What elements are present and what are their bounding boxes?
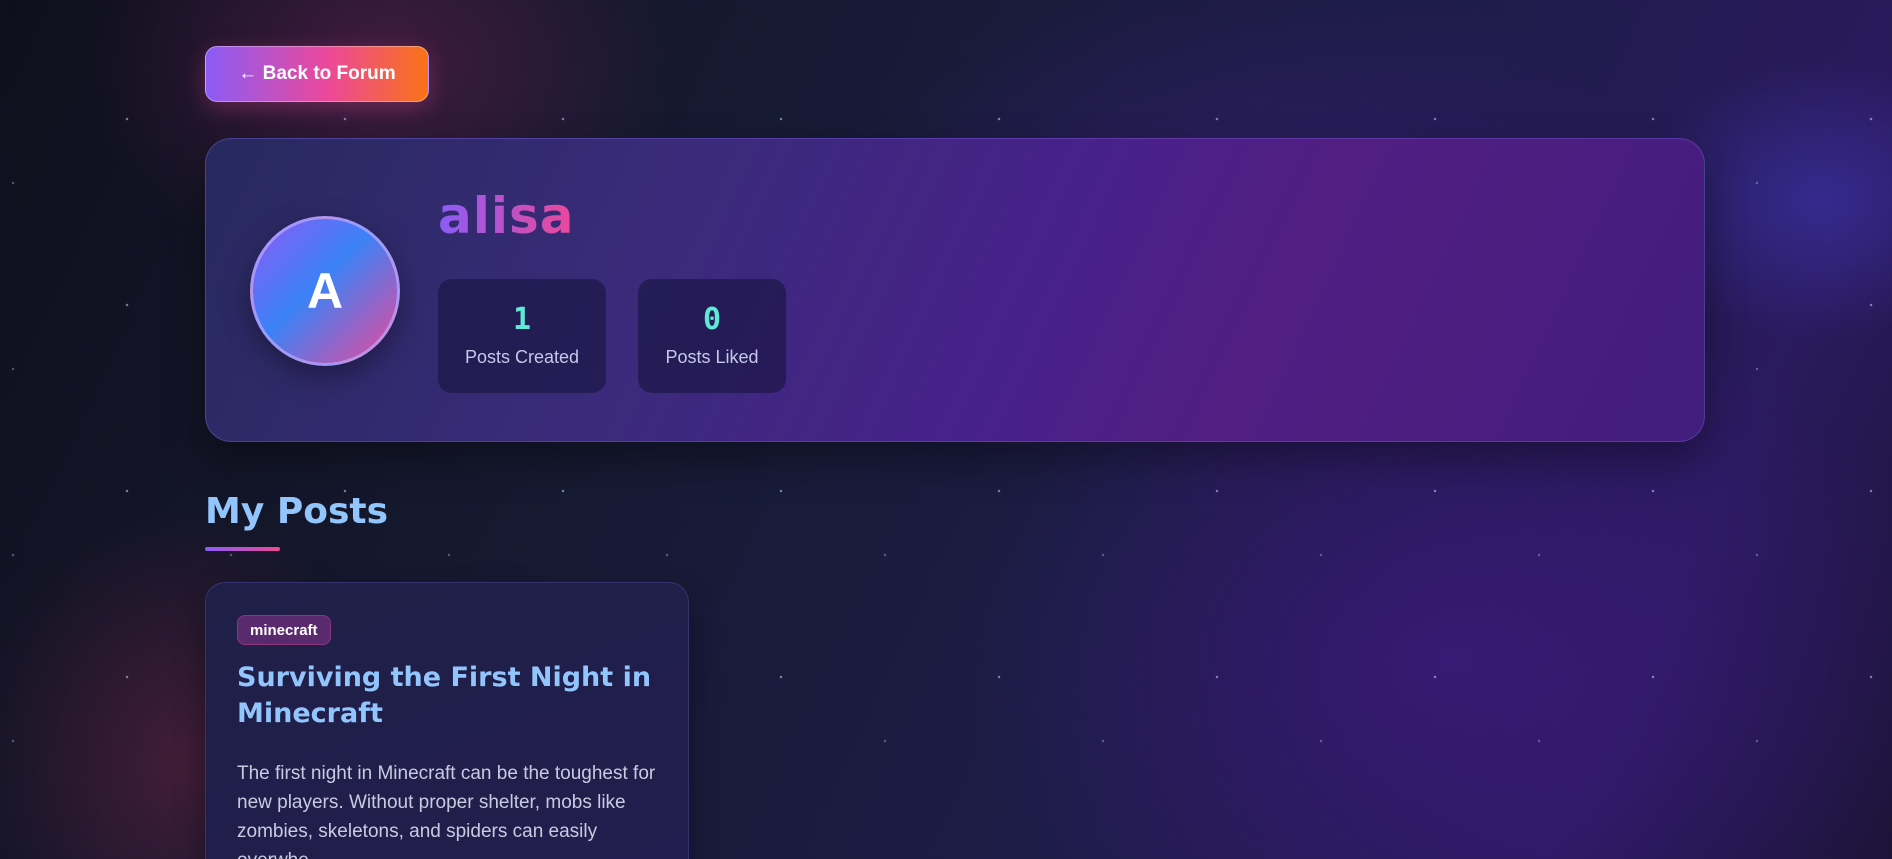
- post-excerpt: The first night in Minecraft can be the …: [237, 763, 656, 859]
- stat-label: Posts Created: [464, 346, 580, 367]
- stat-posts-liked: 0 Posts Liked: [638, 279, 786, 393]
- post-title[interactable]: Surviving the First Night in Minecraft: [237, 660, 657, 732]
- post-card[interactable]: minecraft Surviving the First Night in M…: [205, 582, 689, 859]
- stat-posts-created: 1 Posts Created: [438, 279, 606, 393]
- stat-value: 0: [702, 301, 722, 337]
- back-to-forum-button[interactable]: ← Back to Forum: [205, 46, 429, 102]
- stat-label: Posts Liked: [665, 346, 759, 367]
- profile-username: alisa: [438, 187, 575, 245]
- stat-value: 1: [512, 301, 532, 337]
- section-title-my-posts: My Posts: [205, 491, 389, 532]
- post-tag-badge[interactable]: minecraft: [237, 615, 331, 645]
- profile-card: A alisa 1 Posts Created 0 Posts Liked: [205, 138, 1705, 442]
- section-title-underline: [205, 547, 280, 551]
- avatar: A: [250, 216, 400, 366]
